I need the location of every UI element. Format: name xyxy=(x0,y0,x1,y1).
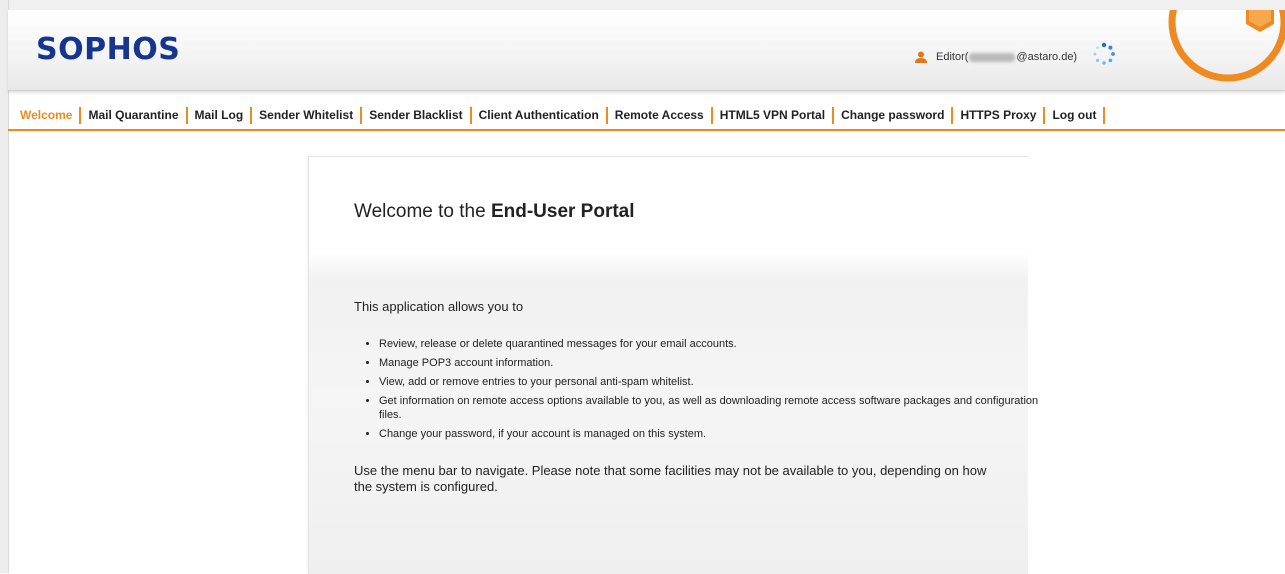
header-bar: SOPHOS Editor( @astaro.de) xyxy=(8,10,1285,91)
navigation-note: Use the menu bar to navigate. Please not… xyxy=(354,463,987,494)
main-menu-bar: Welcome Mail Quarantine Mail Log Sender … xyxy=(8,101,1285,131)
sophos-logo: SOPHOS xyxy=(36,32,181,67)
nav-mail-log[interactable]: Mail Log xyxy=(188,108,251,122)
redacted-username xyxy=(969,52,1016,62)
list-item: Manage POP3 account information. xyxy=(379,356,1049,370)
user-prefix: Editor( xyxy=(936,51,969,63)
page-title-bold: End-User Portal xyxy=(490,201,635,222)
nav-sender-blacklist[interactable]: Sender Blacklist xyxy=(362,108,469,122)
user-suffix: @astaro.de) xyxy=(1016,51,1078,63)
list-item: Get information on remote access options… xyxy=(379,394,1049,422)
list-item: Review, release or delete quarantined me… xyxy=(379,337,1049,351)
nav-log-out[interactable]: Log out xyxy=(1045,108,1103,122)
welcome-panel: Welcome to the End-User Portal This appl… xyxy=(308,156,1038,574)
window-top-edge xyxy=(0,0,1285,10)
list-item: Change your password, if your account is… xyxy=(379,427,1049,441)
sophos-logo-mark xyxy=(1168,10,1285,82)
nav-https-proxy[interactable]: HTTPS Proxy xyxy=(953,108,1043,122)
page-title: Welcome to the End-User Portal xyxy=(354,201,635,223)
user-icon xyxy=(914,51,928,63)
nav-sender-whitelist[interactable]: Sender Whitelist xyxy=(252,108,360,122)
intro-text: This application allows you to xyxy=(354,299,524,314)
nav-mail-quarantine[interactable]: Mail Quarantine xyxy=(81,108,185,122)
user-info: Editor( @astaro.de) xyxy=(914,51,1077,63)
list-item: View, add or remove entries to your pers… xyxy=(379,375,1049,389)
nav-welcome[interactable]: Welcome xyxy=(8,108,79,122)
nav-html5-vpn-portal[interactable]: HTML5 VPN Portal xyxy=(713,108,832,122)
page-title-prefix: Welcome to the xyxy=(354,201,491,222)
nav-change-password[interactable]: Change password xyxy=(834,108,951,122)
feature-list: Review, release or delete quarantined me… xyxy=(354,337,1049,446)
nav-client-authentication[interactable]: Client Authentication xyxy=(472,108,606,122)
nav-remote-access[interactable]: Remote Access xyxy=(608,108,711,122)
loading-spinner-icon xyxy=(1093,42,1115,65)
nav-separator xyxy=(1103,106,1106,124)
